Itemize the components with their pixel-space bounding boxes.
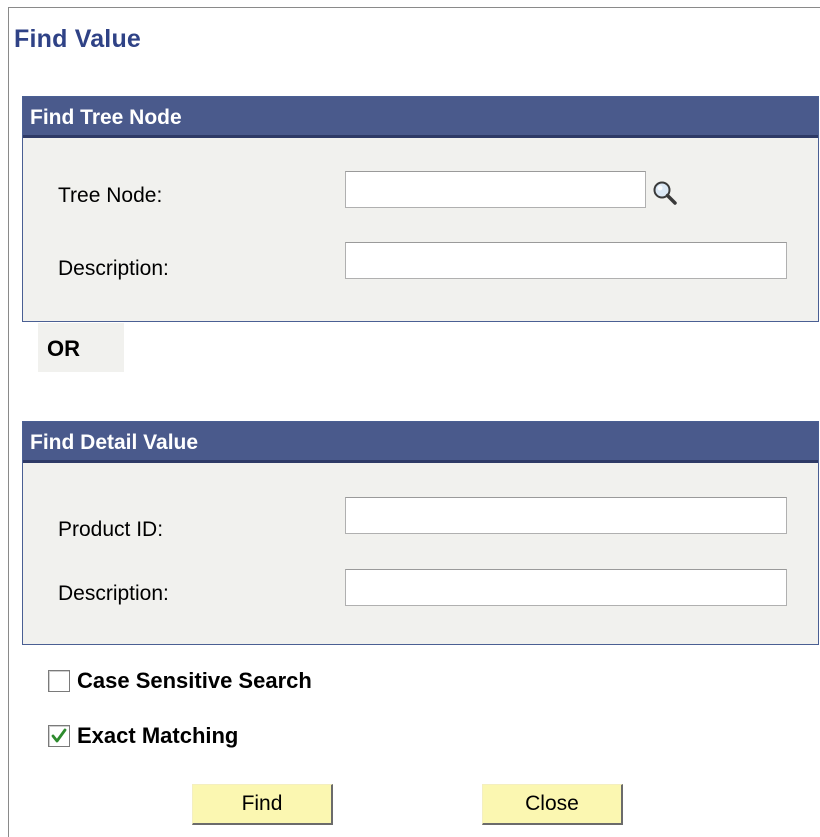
case-sensitive-label: Case Sensitive Search: [77, 668, 312, 693]
tree-node-description-input[interactable]: [345, 242, 787, 279]
exact-matching-label: Exact Matching: [77, 723, 239, 748]
find-detail-value-group: Find Detail Value Product ID: Descriptio…: [22, 421, 819, 645]
case-sensitive-option[interactable]: Case Sensitive Search: [48, 668, 312, 693]
find-tree-node-header: Find Tree Node: [23, 97, 818, 138]
checkmark-icon: [51, 728, 67, 743]
exact-matching-option[interactable]: Exact Matching: [48, 723, 239, 748]
magnifier-lookup-icon[interactable]: [651, 179, 679, 207]
tree-node-input[interactable]: [345, 171, 646, 208]
case-sensitive-checkbox[interactable]: [48, 670, 70, 692]
product-id-input[interactable]: [345, 497, 787, 534]
tree-node-label: Tree Node:: [58, 184, 163, 207]
page-title: Find Value: [14, 25, 142, 53]
detail-description-input[interactable]: [345, 569, 787, 606]
product-id-label: Product ID:: [58, 518, 164, 541]
tree-node-description-label: Description:: [58, 257, 169, 280]
or-separator: OR: [38, 323, 124, 372]
find-button[interactable]: Find: [192, 784, 333, 825]
find-tree-node-group: Find Tree Node Tree Node: Description:: [22, 96, 819, 322]
find-detail-value-header: Find Detail Value: [23, 422, 818, 463]
exact-matching-checkbox[interactable]: [48, 725, 70, 747]
close-button[interactable]: Close: [482, 784, 623, 825]
detail-description-label: Description:: [58, 582, 169, 605]
